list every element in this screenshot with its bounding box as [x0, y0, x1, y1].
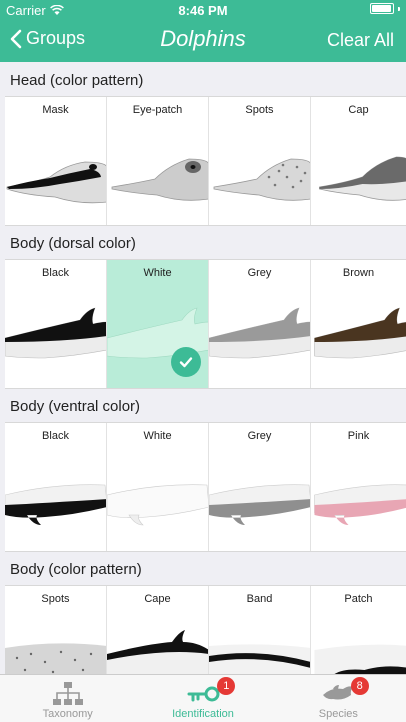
option-grey[interactable]: Grey — [209, 260, 311, 388]
option-label: Black — [42, 267, 69, 279]
option-cape[interactable]: Cape — [107, 586, 209, 674]
option-spots[interactable]: Spots — [209, 97, 311, 225]
tab-species[interactable]: 8 Species — [271, 675, 406, 722]
tab-label: Species — [318, 708, 358, 720]
status-right — [370, 3, 400, 14]
dolphin-body-brown-illustration — [314, 307, 406, 359]
clear-all-button[interactable]: Clear All — [327, 30, 394, 51]
option-row: Mask Eye-patch Spots Cap — [5, 96, 406, 226]
dolphin-ventral-black-illustration — [5, 484, 106, 525]
option-label: Spots — [41, 593, 70, 605]
option-grey[interactable]: Grey — [209, 423, 311, 551]
hierarchy-icon — [52, 682, 83, 705]
option-label: Band — [246, 593, 273, 605]
section-dorsal-color: Body (dorsal color) Black White Grey Bro… — [5, 229, 406, 389]
option-pink[interactable]: Pink — [311, 423, 406, 551]
content-scroll[interactable]: Head (color pattern) Mask Eye-patch Spot… — [0, 62, 406, 674]
option-label: White — [143, 430, 172, 442]
dolphin-body-black-illustration — [5, 307, 106, 359]
option-label: Brown — [342, 267, 375, 279]
dolphin-pattern-spots-illustration — [5, 643, 106, 674]
option-white[interactable]: White — [107, 423, 209, 551]
back-button-label: Groups — [26, 28, 86, 48]
option-label: Spots — [245, 104, 274, 116]
tab-label: Taxonomy — [42, 708, 93, 720]
chevron-left-icon — [10, 29, 22, 48]
option-spots[interactable]: Spots — [5, 586, 107, 674]
option-label: Eye-patch — [132, 104, 183, 116]
option-black[interactable]: Black — [5, 423, 107, 551]
key-icon — [187, 686, 220, 702]
option-label: Grey — [247, 267, 272, 279]
dolphin-ventral-white-illustration — [107, 484, 208, 526]
option-label: Mask — [42, 104, 69, 116]
option-mask[interactable]: Mask — [5, 97, 107, 225]
tab-label: Identification — [172, 708, 234, 720]
dolphin-head-cap-illustration — [319, 156, 406, 201]
status-time: 8:46 PM — [178, 3, 228, 18]
option-row: Spots Cape Band Patch — [5, 585, 406, 674]
dolphin-pattern-patch-illustration — [314, 644, 406, 674]
dolphin-ventral-pink-illustration — [314, 484, 406, 525]
tab-bar: Taxonomy 1 Identification 8 Species — [0, 674, 406, 722]
dolphin-head-spots-illustration — [213, 158, 310, 201]
app-header: Carrier 8:46 PM Groups Dolphins Clear Al… — [0, 0, 406, 62]
back-button[interactable]: Groups — [10, 28, 85, 49]
section-title: Head (color pattern) — [10, 72, 144, 89]
section-head-pattern: Head (color pattern) Mask Eye-patch Spot… — [5, 66, 406, 226]
dolphin-body-grey-illustration — [209, 307, 310, 359]
identification-badge: 1 — [217, 677, 236, 695]
section-title: Body (dorsal color) — [10, 235, 136, 252]
tab-identification[interactable]: 1 Identification — [135, 675, 270, 722]
dolphin-ventral-grey-illustration — [209, 484, 310, 525]
option-row: Black White Grey — [5, 259, 406, 389]
nav-bar: Groups Dolphins Clear All — [0, 20, 406, 62]
option-label: Pink — [347, 430, 370, 442]
dolphin-head-eye-patch-illustration — [111, 158, 208, 201]
section-title: Body (ventral color) — [10, 398, 141, 415]
dolphin-head-mask-illustration — [6, 161, 106, 204]
option-label: Patch — [344, 593, 373, 605]
option-label: Black — [42, 430, 69, 442]
option-label: Cape — [144, 593, 171, 605]
option-band[interactable]: Band — [209, 586, 311, 674]
selected-check-icon — [171, 347, 201, 377]
option-brown[interactable]: Brown — [311, 260, 406, 388]
option-eye-patch[interactable]: Eye-patch — [107, 97, 209, 225]
battery-icon — [370, 3, 394, 14]
option-black[interactable]: Black — [5, 260, 107, 388]
option-white[interactable]: White — [107, 260, 209, 388]
status-bar: Carrier 8:46 PM — [0, 0, 406, 20]
section-ventral-color: Body (ventral color) Black White Grey Pi… — [5, 392, 406, 552]
section-title: Body (color pattern) — [10, 561, 142, 578]
option-cap[interactable]: Cap — [311, 97, 406, 225]
option-label: White — [143, 267, 172, 279]
dolphin-pattern-cape-illustration — [107, 630, 208, 674]
battery-nub — [398, 6, 400, 11]
option-row: Black White Grey — [5, 422, 406, 552]
option-label: Cap — [348, 104, 369, 116]
option-label: Grey — [247, 430, 272, 442]
species-badge: 8 — [350, 677, 369, 695]
tab-taxonomy[interactable]: Taxonomy — [0, 675, 135, 722]
option-patch[interactable]: Patch — [311, 586, 406, 674]
dolphin-pattern-band-illustration — [209, 644, 310, 674]
section-color-pattern: Body (color pattern) Spots Cape Band Pat… — [5, 555, 406, 674]
